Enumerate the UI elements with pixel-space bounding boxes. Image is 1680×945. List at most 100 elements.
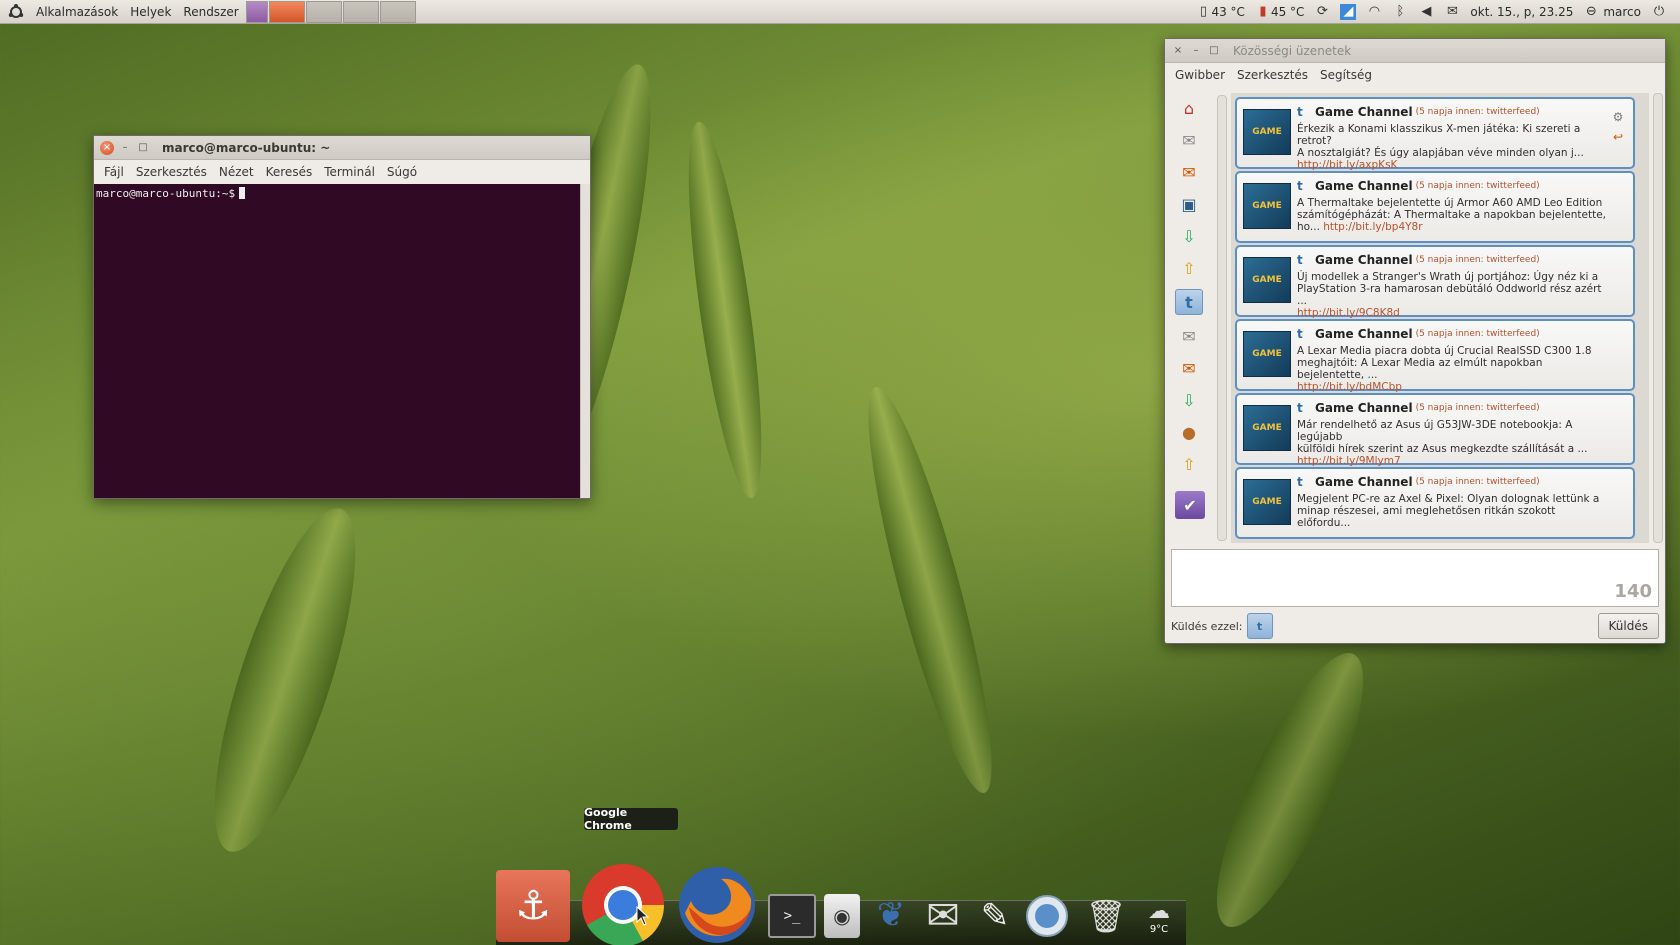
mail-icon[interactable]: ✉ <box>920 893 966 939</box>
user-menu[interactable]: ⊖ marco <box>1578 0 1646 24</box>
twitter-inbox-icon[interactable]: ✉ <box>1175 323 1203 349</box>
message-item[interactable]: GAME t Game Channel (5 napja innen: twit… <box>1235 319 1635 393</box>
gwibber-menubar: Gwibber Szerkesztés Segítség <box>1165 63 1665 87</box>
menu-system[interactable]: Rendszer <box>177 0 244 24</box>
message-item[interactable]: GAME t Game Channel (5 napja innen: twit… <box>1235 467 1635 539</box>
maximize-icon[interactable]: □ <box>136 141 150 155</box>
tasks-icon[interactable]: ✔ <box>1175 491 1205 519</box>
terminal-menu-help[interactable]: Súgó <box>381 165 423 179</box>
gwibber-menu-help[interactable]: Segítség <box>1314 68 1378 82</box>
avatar[interactable]: GAME <box>1243 331 1291 377</box>
taskbar-workspace-4[interactable] <box>342 0 379 23</box>
upload-icon[interactable]: ⇧ <box>1175 255 1203 281</box>
twitter-download-icon[interactable]: ⇩ <box>1175 387 1203 413</box>
reply-icon[interactable]: ↩ <box>1609 127 1627 147</box>
message-sender[interactable]: Game Channel <box>1315 105 1413 119</box>
wifi-indicator[interactable]: ◠ <box>1361 0 1387 24</box>
twitter-replies-icon[interactable]: ✉ <box>1175 355 1203 381</box>
message-sender[interactable]: Game Channel <box>1315 475 1413 489</box>
trash-icon[interactable]: 🗑 <box>1086 892 1127 940</box>
gwibber-menu-gwibber[interactable]: Gwibber <box>1169 68 1231 82</box>
message-item[interactable]: GAME t Game Channel (5 napja innen: twit… <box>1235 171 1635 243</box>
gwibber-menu-edit[interactable]: Szerkesztés <box>1231 68 1314 82</box>
taskbar-workspace-3[interactable] <box>305 0 342 23</box>
avatar[interactable]: GAME <box>1243 405 1291 451</box>
taskbar-workspace-5[interactable] <box>379 0 416 23</box>
gpu-temp-indicator[interactable]: ▮ 45 °C <box>1250 0 1309 24</box>
terminal-titlebar[interactable]: × – □ marco@marco-ubuntu: ~ <box>94 136 590 160</box>
cpu-temp-icon: ▯ <box>1199 4 1208 19</box>
minimize-icon[interactable]: – <box>1189 44 1203 58</box>
send-button[interactable]: Küldés <box>1597 613 1659 639</box>
twitter-upload-icon[interactable]: ⇧ <box>1175 451 1203 477</box>
anchor-icon[interactable]: ⚓ <box>496 870 570 942</box>
message-link[interactable]: http://bit.ly/9Mlym7 <box>1297 455 1401 467</box>
message-link[interactable]: http://bit.ly/bdMCbp <box>1297 381 1402 393</box>
terminal-scrollbar[interactable] <box>580 184 590 498</box>
terminal-icon[interactable]: >_ <box>768 894 816 938</box>
mail-indicator[interactable]: ✉ <box>1439 0 1465 24</box>
feed-scrollbar[interactable] <box>1653 93 1663 543</box>
message-sender[interactable]: Game Channel <box>1315 327 1413 341</box>
mail-icon: ✉ <box>1446 4 1458 19</box>
message-sender[interactable]: Game Channel <box>1315 179 1413 193</box>
close-icon[interactable]: × <box>1171 44 1185 58</box>
contacts-icon[interactable]: ● <box>1175 419 1203 445</box>
message-item[interactable]: GAME t Game Channel (5 napja innen: twit… <box>1235 393 1635 467</box>
message-meta: (5 napja innen: twitterfeed) <box>1415 181 1540 191</box>
download-icon[interactable]: ⇩ <box>1175 223 1203 249</box>
web-browser-icon[interactable] <box>1024 892 1070 940</box>
terminal-menu-view[interactable]: Nézet <box>213 165 260 179</box>
ubuntu-logo-icon[interactable] <box>6 2 26 22</box>
close-icon[interactable]: × <box>100 140 114 155</box>
menu-applications[interactable]: Alkalmazások <box>30 0 124 24</box>
inbox-icon[interactable]: ✉ <box>1175 127 1203 153</box>
avatar[interactable]: GAME <box>1243 109 1291 155</box>
settings-icon[interactable]: ⚙ <box>1609 107 1627 127</box>
twitter-account-icon[interactable]: t <box>1246 613 1273 639</box>
pidgin-icon[interactable]: ❦ <box>868 890 914 940</box>
taskbar-workspace-2[interactable] <box>268 0 305 23</box>
terminal-menu-terminal[interactable]: Terminál <box>318 165 381 179</box>
send-bar: Küldés ezzel: t Küldés <box>1171 611 1659 641</box>
compose-input[interactable]: 140 <box>1171 549 1659 607</box>
images-icon[interactable]: ▣ <box>1175 191 1203 217</box>
volume-indicator[interactable]: ◀ <box>1413 0 1439 24</box>
bluetooth-indicator[interactable]: ᛒ <box>1387 0 1413 24</box>
message-item[interactable]: GAME t Game Channel (5 napja innen: twit… <box>1235 97 1635 171</box>
cpu-temp-indicator[interactable]: ▯ 43 °C <box>1190 0 1249 24</box>
firefox-icon[interactable] <box>674 862 760 945</box>
message-sender[interactable]: Game Channel <box>1315 401 1413 415</box>
speaker-icon[interactable]: ◉ <box>824 894 860 938</box>
sync-indicator[interactable]: ⟳ <box>1309 0 1335 24</box>
message-sender[interactable]: Game Channel <box>1315 253 1413 267</box>
twitter-icon[interactable]: t <box>1175 289 1203 315</box>
home-icon[interactable]: ⌂ <box>1175 95 1203 121</box>
menu-places[interactable]: Helyek <box>124 0 177 24</box>
message-link[interactable]: http://bit.ly/axpKsK <box>1297 159 1397 171</box>
terminal-menu-file[interactable]: Fájl <box>98 165 130 179</box>
replies-icon[interactable]: ✉ <box>1175 159 1203 185</box>
maximize-icon[interactable]: □ <box>1207 44 1221 58</box>
minimize-icon[interactable]: – <box>118 141 132 155</box>
clock[interactable]: okt. 15., p, 23.25 <box>1465 0 1578 24</box>
terminal-menu-search[interactable]: Keresés <box>260 165 319 179</box>
avatar[interactable]: GAME <box>1243 479 1291 525</box>
avatar[interactable]: GAME <box>1243 257 1291 303</box>
chrome-icon[interactable] <box>578 860 668 945</box>
power-button[interactable]: ⏻ <box>1646 0 1672 24</box>
top-panel: Alkalmazások Helyek Rendszer ▯ 43 °C ▮ 4… <box>0 0 1680 24</box>
terminal-screen[interactable]: marco@marco-ubuntu:~$ <box>94 184 580 498</box>
sidebar-scrollbar[interactable] <box>1217 95 1227 541</box>
weather-icon[interactable]: ☁ 9°C <box>1136 894 1182 940</box>
text-editor-icon[interactable]: ✎ <box>972 892 1018 940</box>
message-meta: (5 napja innen: twitterfeed) <box>1415 329 1540 339</box>
terminal-menu-edit[interactable]: Szerkesztés <box>130 165 213 179</box>
avatar[interactable]: GAME <box>1243 183 1291 229</box>
network-indicator[interactable]: ◢ <box>1335 0 1361 24</box>
gwibber-titlebar[interactable]: × – □ Közösségi üzenetek <box>1165 39 1665 63</box>
taskbar-workspace-1[interactable] <box>245 0 268 23</box>
message-item[interactable]: GAME t Game Channel (5 napja innen: twit… <box>1235 245 1635 319</box>
message-link[interactable]: http://bit.ly/9C8K8d <box>1297 307 1400 319</box>
message-link[interactable]: http://bit.ly/bp4Y8r <box>1323 221 1422 233</box>
